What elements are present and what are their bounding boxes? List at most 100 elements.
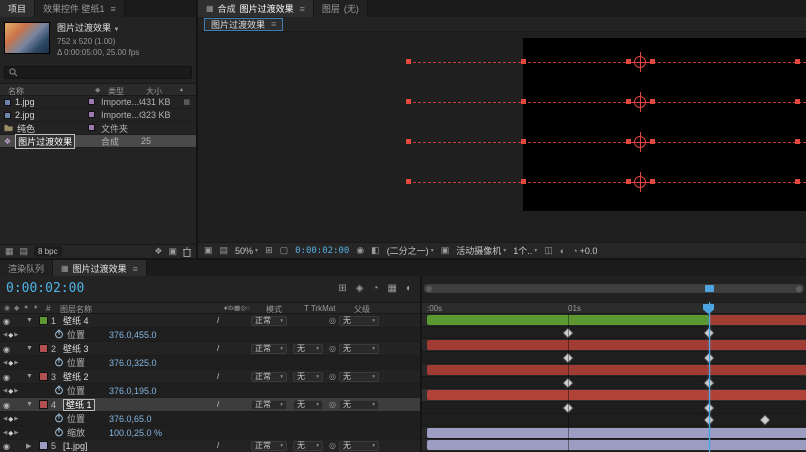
property-track-row[interactable] bbox=[422, 376, 806, 389]
blend-mode-select[interactable]: 正常 ▾ bbox=[251, 399, 287, 410]
property-name[interactable]: 位置 bbox=[67, 412, 109, 425]
camera-select[interactable]: 活动摄像机 ▾ bbox=[456, 244, 506, 257]
parent-select[interactable]: 无 ▾ bbox=[338, 315, 379, 326]
parent-select[interactable]: 无 ▾ bbox=[338, 343, 379, 354]
tab-timeline-comp[interactable]: ▦ 图片过渡效果 ≡ bbox=[53, 260, 147, 277]
tab-project[interactable]: 项目 bbox=[0, 0, 36, 17]
comp-name[interactable]: 图片过渡效果 ▼ bbox=[57, 23, 139, 36]
keyframe-navigator[interactable]: ◀ ◆ ▶ bbox=[0, 359, 30, 367]
selection-handle[interactable] bbox=[650, 179, 655, 184]
prev-keyframe-icon[interactable]: ◀ bbox=[3, 430, 7, 436]
keyframe-navigator[interactable]: ◀ ◆ ▶ bbox=[0, 387, 30, 395]
layer-row[interactable]: ◉ ▶ 5 [1.jpg] / 正常 ▾ 无 ▾ ◎ 无 ▾ bbox=[0, 440, 420, 452]
roi-icon[interactable]: ▣ bbox=[441, 245, 450, 256]
motion-blur-icon[interactable]: ◐ bbox=[406, 283, 412, 294]
stopwatch-icon[interactable] bbox=[54, 329, 67, 341]
layer-switches[interactable]: / bbox=[209, 400, 251, 409]
next-keyframe-icon[interactable]: ▶ bbox=[14, 360, 18, 366]
keyframe-indicator-icon[interactable]: ◆ bbox=[8, 429, 13, 437]
list-view-icon[interactable]: ▤ bbox=[20, 246, 29, 257]
layer-color-label[interactable] bbox=[39, 372, 48, 381]
layer-color-label[interactable] bbox=[39, 344, 48, 353]
view-layout-select[interactable]: 1个.. ▾ bbox=[513, 244, 537, 257]
property-row[interactable]: ◀ ◆ ▶ 位置 376.0,65.0 bbox=[0, 412, 420, 426]
blend-mode-select[interactable]: 正常 ▾ bbox=[251, 371, 287, 382]
layer-row[interactable]: ◉ ▼ 2 壁纸 3/正常 ▾ 无 ▾ ◎ 无 ▾ bbox=[0, 342, 420, 356]
prev-keyframe-icon[interactable]: ◀ bbox=[3, 416, 7, 422]
pixel-aspect-icon[interactable]: ◫ bbox=[544, 245, 553, 256]
keyframe-icon[interactable] bbox=[761, 415, 770, 425]
layer-track-row[interactable] bbox=[422, 364, 806, 377]
exposure-control[interactable]: ◔ +0.0 bbox=[572, 246, 597, 256]
layer-track-row[interactable] bbox=[422, 439, 806, 452]
snapshot-camera-icon[interactable]: ◉ bbox=[356, 245, 364, 256]
project-search-input[interactable] bbox=[4, 66, 192, 79]
selection-handle[interactable] bbox=[795, 179, 800, 184]
parent-select[interactable]: 无 ▾ bbox=[338, 371, 379, 382]
keyframe-navigator[interactable]: ◀ ◆ ▶ bbox=[0, 331, 30, 339]
selection-handle[interactable] bbox=[795, 139, 800, 144]
mask-visibility-icon[interactable]: ▢ bbox=[280, 245, 289, 256]
layer-track-row[interactable] bbox=[422, 426, 806, 439]
blend-mode-select[interactable]: 正常 ▾ bbox=[251, 343, 287, 354]
layer-track-row[interactable] bbox=[422, 389, 806, 402]
layer-duration-bar[interactable] bbox=[709, 315, 806, 325]
next-keyframe-icon[interactable]: ▶ bbox=[14, 430, 18, 436]
property-track-row[interactable] bbox=[422, 414, 806, 427]
property-value[interactable]: 376.0,195.0 bbox=[109, 386, 157, 396]
layer-name[interactable]: 壁纸 1 bbox=[63, 399, 95, 411]
panel-menu-icon[interactable]: ≡ bbox=[133, 264, 138, 274]
selection-handle[interactable] bbox=[406, 99, 411, 104]
fast-previews-icon[interactable]: ◐ bbox=[560, 246, 565, 256]
trkmat-select[interactable]: 无 ▾ bbox=[293, 399, 323, 410]
selection-handle[interactable] bbox=[406, 59, 411, 64]
property-name[interactable]: 缩放 bbox=[67, 426, 109, 439]
twirl-icon[interactable]: ▼ bbox=[26, 373, 39, 380]
layer-duration-bar[interactable] bbox=[427, 390, 806, 400]
property-value[interactable]: 100.0,25.0 % bbox=[109, 428, 162, 438]
stopwatch-icon[interactable] bbox=[54, 413, 67, 425]
selection-handle[interactable] bbox=[650, 59, 655, 64]
layer-name[interactable]: 壁纸 3 bbox=[63, 344, 89, 354]
anchor-point-crosshair[interactable] bbox=[630, 92, 650, 112]
draft-3d-icon[interactable]: ◈ bbox=[356, 283, 364, 294]
frame-blend-icon[interactable]: ▦ bbox=[388, 283, 397, 294]
always-preview-icon[interactable]: ▣ bbox=[204, 245, 213, 256]
property-row[interactable]: ◀ ◆ ▶ 位置 376.0,195.0 bbox=[0, 384, 420, 398]
prev-keyframe-icon[interactable]: ◀ bbox=[3, 388, 7, 394]
layer-switches[interactable]: / bbox=[209, 372, 251, 381]
twirl-icon[interactable]: ▼ bbox=[26, 345, 39, 352]
next-keyframe-icon[interactable]: ▶ bbox=[14, 416, 18, 422]
thumbnail-view-icon[interactable]: ▦ bbox=[5, 246, 14, 257]
prev-keyframe-icon[interactable]: ◀ bbox=[3, 332, 7, 338]
layer-color-label[interactable] bbox=[39, 400, 48, 409]
zoom-select[interactable]: 50% ▾ bbox=[235, 246, 258, 256]
layer-duration-bar[interactable] bbox=[427, 365, 806, 375]
new-folder-icon[interactable]: ❖ bbox=[154, 246, 162, 257]
blend-mode-select[interactable]: 正常 ▾ bbox=[251, 315, 287, 326]
layer-name[interactable]: [1.jpg] bbox=[63, 441, 88, 451]
next-keyframe-icon[interactable]: ▶ bbox=[14, 388, 18, 394]
layer-row[interactable]: ◉ ▼ 4 壁纸 1/正常 ▾ 无 ▾ ◎ 无 ▾ bbox=[0, 398, 420, 412]
eye-icon[interactable]: ◉ bbox=[3, 345, 10, 354]
trkmat-select[interactable]: 无 ▾ bbox=[293, 440, 323, 451]
keyframe-navigator[interactable]: ◀ ◆ ▶ bbox=[0, 429, 30, 437]
pickwhip-icon[interactable]: ◎ bbox=[329, 400, 336, 409]
blend-mode-select[interactable]: 正常 ▾ bbox=[251, 440, 287, 451]
prev-keyframe-icon[interactable]: ◀ bbox=[3, 360, 7, 366]
tab-layer[interactable]: 图层 (无) bbox=[313, 0, 368, 17]
property-value[interactable]: 376.0,455.0 bbox=[109, 330, 157, 340]
time-navigator[interactable] bbox=[424, 284, 804, 293]
layer-row[interactable]: ◉ ▼ 1 壁纸 4 /正常 ▾ ◎ 无 ▾ bbox=[0, 314, 420, 328]
pickwhip-icon[interactable]: ◎ bbox=[329, 372, 336, 381]
parent-select[interactable]: 无 ▾ bbox=[338, 399, 379, 410]
composition-viewport[interactable] bbox=[198, 32, 806, 242]
stopwatch-icon[interactable] bbox=[54, 427, 67, 439]
anchor-point-crosshair[interactable] bbox=[630, 172, 650, 192]
keyframe-indicator-icon[interactable]: ◆ bbox=[8, 359, 13, 367]
layer-track-row[interactable] bbox=[422, 314, 806, 327]
viewer-timecode[interactable]: 0:00:02:00 bbox=[295, 246, 349, 256]
time-ruler[interactable]: :00s 01s bbox=[422, 302, 806, 314]
layer-name[interactable]: 壁纸 2 bbox=[63, 372, 89, 382]
layer-duration-bar[interactable] bbox=[427, 440, 806, 450]
